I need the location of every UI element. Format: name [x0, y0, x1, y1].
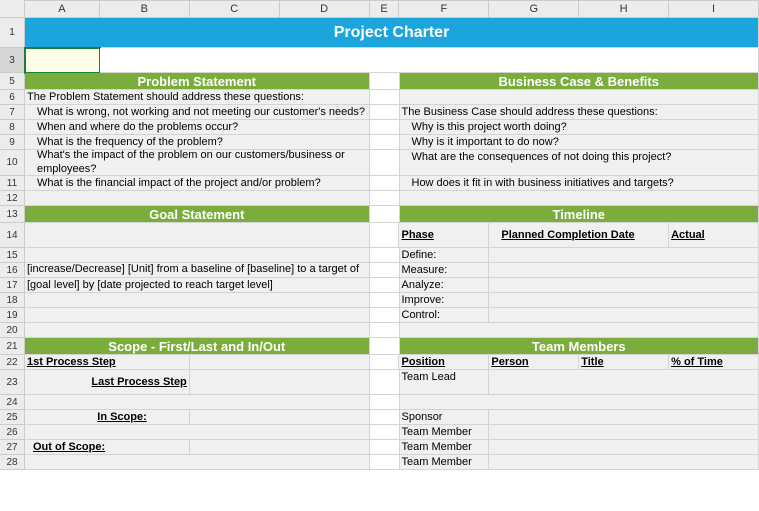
row-header-12[interactable]: 12 [0, 191, 25, 206]
col-header-B[interactable]: B [100, 1, 190, 18]
problem-q3: What is the frequency of the problem? [25, 135, 370, 150]
business-blank [400, 90, 759, 105]
section-goal: Goal Statement [25, 206, 370, 223]
row-header-3[interactable]: 3 [0, 48, 25, 73]
row-header-24[interactable]: 24 [0, 395, 25, 410]
row-header-25[interactable]: 25 [0, 410, 25, 425]
section-problem: Problem Statement [25, 73, 370, 90]
timeline-analyze[interactable]: Analyze: [400, 278, 490, 293]
team-member-3[interactable]: Team Member [400, 455, 490, 470]
col-header-A[interactable]: A [25, 1, 100, 18]
row-header-14[interactable]: 14 [0, 223, 25, 248]
row-header-19[interactable]: 19 [0, 308, 25, 323]
team-member-1[interactable]: Team Member [400, 425, 490, 440]
section-timeline: Timeline [400, 206, 759, 223]
team-h-time: % of Time [669, 355, 759, 370]
timeline-h-planned: Planned Completion Date [489, 223, 669, 248]
spreadsheet: ABCDEFGHI 135678910111213141516171819202… [0, 0, 759, 511]
scope-out: Out of Scope: [25, 440, 190, 455]
row-header-28[interactable]: 28 [0, 455, 25, 470]
business-q1: Why is this project worth doing? [400, 120, 759, 135]
col-header-C[interactable]: C [190, 1, 280, 18]
cell-A3[interactable] [25, 48, 100, 73]
team-h-title: Title [579, 355, 669, 370]
section-scope: Scope - First/Last and In/Out [25, 338, 370, 355]
col-header-D[interactable]: D [280, 1, 370, 18]
goal-blank1[interactable] [25, 223, 370, 248]
problem-q4: What's the impact of the problem on our … [25, 150, 370, 176]
timeline-measure[interactable]: Measure: [400, 263, 490, 278]
row-header-11[interactable]: 11 [0, 176, 25, 191]
team-sponsor[interactable]: Sponsor [400, 410, 490, 425]
col-header-F[interactable]: F [399, 1, 489, 18]
team-h-position: Position [399, 355, 489, 370]
col-header-E[interactable]: E [370, 1, 400, 18]
col-header-H[interactable]: H [579, 1, 669, 18]
row-header-13[interactable]: 13 [0, 206, 25, 223]
section-business: Business Case & Benefits [400, 73, 759, 90]
section-team: Team Members [400, 338, 759, 355]
scope-last: Last Process Step [25, 370, 190, 395]
select-all-corner[interactable] [0, 0, 25, 18]
business-intro: The Business Case should address these q… [400, 105, 759, 120]
row-header-17[interactable]: 17 [0, 278, 25, 293]
row-header-8[interactable]: 8 [0, 120, 25, 135]
row-header-27[interactable]: 27 [0, 440, 25, 455]
grid[interactable]: Project Charter Problem Statement Business… [25, 18, 759, 470]
row-header-15[interactable]: 15 [0, 248, 25, 263]
row-header-6[interactable]: 6 [0, 90, 25, 105]
timeline-define[interactable]: Define: [400, 248, 490, 263]
timeline-h-phase: Phase [399, 223, 489, 248]
scope-first: 1st Process Step [25, 355, 190, 370]
row-header-22[interactable]: 22 [0, 355, 25, 370]
row-header-7[interactable]: 7 [0, 105, 25, 120]
problem-q1: What is wrong, not working and not meeti… [25, 105, 370, 120]
col-header-G[interactable]: G [489, 1, 579, 18]
timeline-control[interactable]: Control: [400, 308, 490, 323]
row-header-23[interactable]: 23 [0, 370, 25, 395]
column-headers: ABCDEFGHI [25, 0, 759, 18]
goal-line1: [increase/Decrease] [Unit] from a baseli… [25, 263, 370, 278]
row-header-26[interactable]: 26 [0, 425, 25, 440]
problem-intro: The Problem Statement should address the… [25, 90, 370, 105]
row-header-1[interactable]: 1 [0, 18, 25, 48]
team-lead: Team Lead [400, 370, 490, 395]
row-header-9[interactable]: 9 [0, 135, 25, 150]
problem-q5: What is the financial impact of the proj… [25, 176, 370, 191]
col-header-I[interactable]: I [669, 1, 759, 18]
problem-q2: When and where do the problems occur? [25, 120, 370, 135]
goal-line2: [goal level] by [date projected to reach… [25, 278, 370, 293]
row-header-18[interactable]: 18 [0, 293, 25, 308]
scope-in: In Scope: [25, 410, 190, 425]
timeline-h-actual: Actual [669, 223, 759, 248]
row-header-21[interactable]: 21 [0, 338, 25, 355]
cell-row3[interactable] [100, 48, 759, 73]
business-q3: What are the consequences of not doing t… [400, 150, 759, 176]
business-q2: Why is it important to do now? [400, 135, 759, 150]
row-header-5[interactable]: 5 [0, 73, 25, 90]
row-header-16[interactable]: 16 [0, 263, 25, 278]
row-header-20[interactable]: 20 [0, 323, 25, 338]
row-header-10[interactable]: 10 [0, 150, 25, 176]
team-member-2[interactable]: Team Member [400, 440, 490, 455]
page-title: Project Charter [25, 18, 759, 48]
team-h-person: Person [489, 355, 579, 370]
business-q4: How does it fit in with business initiat… [400, 176, 759, 191]
row-headers: 1356789101112131415161718192021222324252… [0, 18, 25, 470]
timeline-improve[interactable]: Improve: [400, 293, 490, 308]
